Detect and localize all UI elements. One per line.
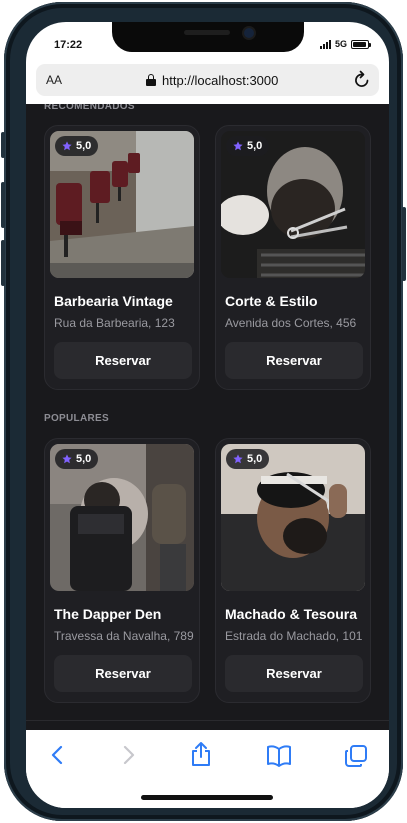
rating-badge: 5,0 xyxy=(226,136,270,156)
status-indicators: 5G xyxy=(319,39,371,49)
side-button-volume-up xyxy=(1,182,5,228)
back-icon[interactable] xyxy=(48,744,68,766)
status-time: 17:22 xyxy=(54,39,83,51)
barbershop-address: Rua da Barbearia, 123 xyxy=(54,316,175,330)
front-camera xyxy=(244,28,254,38)
rating-value: 5,0 xyxy=(76,453,92,465)
speaker-grille xyxy=(184,30,230,35)
side-button-power xyxy=(402,207,406,281)
phone-screen: 17:22 5G AA http://localhost:3000 Re xyxy=(26,22,389,808)
battery-icon xyxy=(351,39,371,49)
page-content[interactable]: Recomendados xyxy=(26,104,389,730)
rating-badge: 5,0 xyxy=(55,136,99,156)
bookmarks-icon[interactable] xyxy=(266,745,292,767)
browser-toolbar xyxy=(26,730,389,808)
barbershop-card[interactable]: 5,0 Machado & Tesoura Estrada do Machado… xyxy=(215,438,371,703)
lock-icon xyxy=(146,74,156,86)
barbershop-image: 5,0 xyxy=(221,444,365,591)
barbershop-address: Avenida dos Cortes, 456 xyxy=(225,316,357,330)
barbershop-address: Travessa da Navalha, 789 xyxy=(54,629,194,643)
barbershop-name: Machado & Tesoura xyxy=(225,606,357,622)
star-icon xyxy=(62,454,72,464)
reserve-button[interactable]: Reservar xyxy=(225,342,363,379)
star-icon xyxy=(233,141,243,151)
rating-badge: 5,0 xyxy=(55,449,99,469)
reserve-button[interactable]: Reservar xyxy=(225,655,363,692)
forward-icon[interactable] xyxy=(118,744,138,766)
side-button-volume-down xyxy=(1,240,5,286)
rating-value: 5,0 xyxy=(247,140,263,152)
network-type: 5G xyxy=(334,39,347,49)
rating-badge: 5,0 xyxy=(226,449,270,469)
barbershop-card[interactable]: 5,0 The Dapper Den Travessa da Navalha, … xyxy=(44,438,200,703)
home-indicator xyxy=(141,795,273,800)
barbershop-card[interactable]: 5,0 Barbearia Vintage Rua da Barbearia, … xyxy=(44,125,200,390)
share-icon[interactable] xyxy=(190,741,212,767)
barbershop-image: 5,0 xyxy=(50,131,194,278)
notch xyxy=(112,22,304,52)
reserve-button[interactable]: Reservar xyxy=(54,342,192,379)
section-title-recommended: Recomendados xyxy=(44,104,135,112)
rating-value: 5,0 xyxy=(247,453,263,465)
content-divider xyxy=(26,720,389,721)
barbershop-image: 5,0 xyxy=(221,131,365,278)
barbershop-card[interactable]: 5,0 Corte & Estilo Avenida dos Cortes, 4… xyxy=(215,125,371,390)
star-icon xyxy=(62,141,72,151)
url-text: http://localhost:3000 xyxy=(162,72,279,88)
barbershop-image: 5,0 xyxy=(50,444,194,591)
signal-icon xyxy=(319,39,331,49)
reload-icon[interactable] xyxy=(353,70,371,90)
star-icon xyxy=(233,454,243,464)
phone-frame: 17:22 5G AA http://localhost:3000 Re xyxy=(1,2,406,821)
side-button-mute xyxy=(1,132,5,158)
rating-value: 5,0 xyxy=(76,140,92,152)
address-bar[interactable]: AA http://localhost:3000 xyxy=(36,64,379,96)
reserve-button[interactable]: Reservar xyxy=(54,655,192,692)
barbershop-address: Estrada do Machado, 101 xyxy=(225,629,363,643)
barbershop-name: Barbearia Vintage xyxy=(54,293,173,309)
tabs-icon[interactable] xyxy=(344,744,368,768)
text-size-button[interactable]: AA xyxy=(46,73,62,87)
barbershop-name: Corte & Estilo xyxy=(225,293,318,309)
barbershop-name: The Dapper Den xyxy=(54,606,162,622)
url-display[interactable]: http://localhost:3000 xyxy=(146,73,278,88)
section-title-popular: Populares xyxy=(44,413,109,424)
